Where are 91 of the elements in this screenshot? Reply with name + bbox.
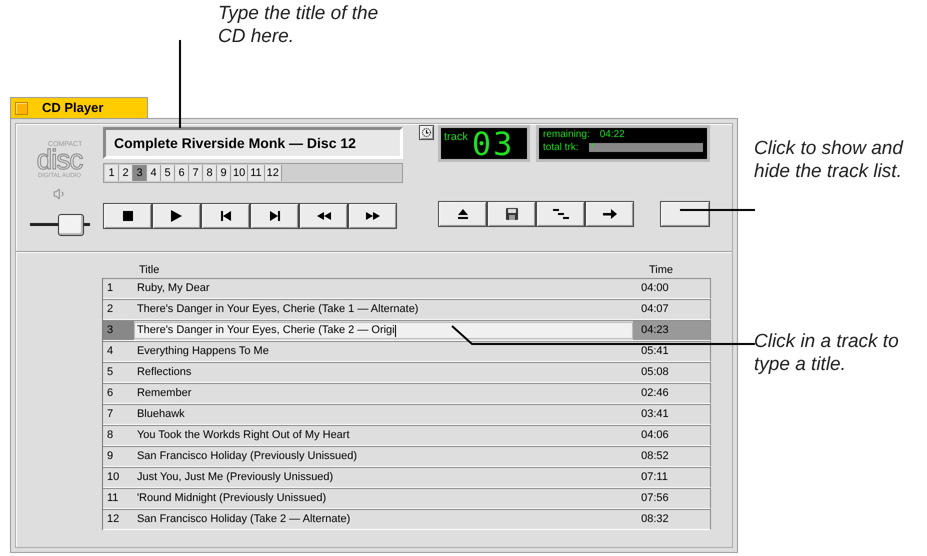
track-number-button[interactable]: 2 bbox=[119, 165, 133, 181]
stop-icon bbox=[122, 211, 132, 221]
previous-icon bbox=[220, 211, 230, 221]
track-time: 08:32 bbox=[640, 512, 670, 528]
column-header: Time bbox=[648, 263, 673, 278]
track-number-button[interactable]: 1 bbox=[105, 165, 119, 181]
callout-text: Click to show and hide the track list. bbox=[754, 137, 904, 183]
window-icon bbox=[15, 102, 28, 114]
track-number: 4 bbox=[106, 344, 114, 360]
track-number: 7 bbox=[106, 407, 114, 422]
shuffle-button[interactable] bbox=[536, 201, 585, 227]
cd-title-field[interactable]: Complete Riverside Monk — Disc 12 bbox=[103, 127, 403, 159]
callout-text: Type the title of the CD here. bbox=[218, 2, 380, 48]
track-title: Everything Happens To Me bbox=[136, 344, 270, 360]
save-button[interactable] bbox=[487, 201, 536, 227]
track-title: San Francisco Holiday (Take 2 — Alternate) bbox=[136, 512, 352, 528]
track-number-button[interactable]: 6 bbox=[175, 165, 189, 181]
track-row[interactable]: 6 Remember 02:46 bbox=[103, 383, 711, 404]
track-number-button[interactable]: 12 bbox=[264, 165, 282, 181]
track-row[interactable]: 12 San Francisco Holiday (Take 2 — Alternate) 08:32 bbox=[103, 509, 711, 530]
track-number-button[interactable]: 3 bbox=[133, 165, 147, 181]
time-display: remaining: 04:22 total trk: bbox=[536, 125, 710, 162]
track-time: 07:56 bbox=[640, 491, 670, 506]
speaker-icon bbox=[52, 187, 66, 201]
play-button[interactable] bbox=[152, 203, 201, 229]
track-number: 8 bbox=[106, 428, 114, 444]
track-time: 04:00 bbox=[640, 281, 670, 296]
track-time: 04:07 bbox=[640, 302, 670, 318]
track-time: 04:06 bbox=[640, 428, 670, 444]
eject-icon bbox=[458, 209, 468, 219]
track-title: There's Danger in Your Eyes, Cherie (Take 1 — Alternate) bbox=[136, 302, 420, 318]
track-time: 02:46 bbox=[640, 386, 670, 402]
rewind-icon bbox=[316, 212, 330, 220]
stop-button[interactable] bbox=[103, 203, 152, 229]
track-number: 5 bbox=[106, 365, 114, 380]
track-row[interactable]: 11 'Round Midnight (Previously Unissued) 07:56 bbox=[103, 488, 711, 509]
track-row[interactable]: 4 Everything Happens To Me 05:41 bbox=[103, 341, 711, 362]
track-list-toggle-button[interactable] bbox=[660, 201, 710, 227]
fast-forward-icon bbox=[366, 212, 380, 220]
window-title: CD Player bbox=[42, 99, 104, 118]
play-icon bbox=[171, 210, 182, 222]
track-number-button[interactable]: 10 bbox=[231, 165, 248, 181]
eject-button[interactable] bbox=[438, 201, 487, 227]
track-title: Reflections bbox=[136, 365, 192, 380]
callout-text: Click in a track to type a title. bbox=[754, 330, 900, 376]
track-title: San Francisco Holiday (Previously Unissued) bbox=[136, 449, 358, 464]
track-row[interactable]: 3 There's Danger in Your Eyes, Cherie (Take 2 — Origi 04:23 bbox=[103, 320, 711, 341]
track-row[interactable]: 9 San Francisco Holiday (Previously Unissued) 08:52 bbox=[103, 446, 711, 467]
track-title-field[interactable]: There's Danger in Your Eyes, Cherie (Take 2 — Origi bbox=[134, 322, 634, 339]
track-number-button[interactable]: 9 bbox=[217, 165, 231, 181]
track-time: 05:08 bbox=[640, 365, 670, 380]
arrow-right-icon bbox=[602, 209, 616, 219]
track-number: 2 bbox=[106, 302, 114, 318]
track-number-button[interactable]: 8 bbox=[203, 165, 217, 181]
track-title: Ruby, My Dear bbox=[136, 281, 210, 296]
track-row[interactable]: 5 Reflections 05:08 bbox=[103, 362, 711, 383]
track-row[interactable]: 10 Just You, Just Me (Previously Unissued) 07:11 bbox=[103, 467, 711, 488]
track-time: 07:11 bbox=[640, 470, 669, 486]
clock-icon bbox=[422, 128, 431, 137]
track-title: Bluehawk bbox=[136, 407, 186, 422]
rewind-button[interactable] bbox=[299, 203, 348, 229]
track-time: 04:23 bbox=[633, 321, 710, 340]
track-time: 03:41 bbox=[640, 407, 670, 422]
column-header: Title bbox=[139, 263, 160, 278]
next-icon bbox=[270, 211, 280, 221]
track-title: 'Round Midnight (Previously Unissued) bbox=[136, 491, 328, 506]
track-number: 3 bbox=[103, 321, 134, 340]
track-number: 12 bbox=[106, 512, 120, 528]
track-number: 1 bbox=[106, 281, 114, 296]
track-row[interactable]: 2 There's Danger in Your Eyes, Cherie (Take 1 — Alternate) 04:07 bbox=[103, 299, 711, 320]
track-number-button[interactable]: 11 bbox=[248, 165, 265, 181]
track-number-button[interactable]: 5 bbox=[161, 165, 175, 181]
staircase-icon bbox=[552, 209, 568, 219]
track-row[interactable]: 7 Bluehawk 03:41 bbox=[103, 404, 711, 425]
track-title: You Took the Workds Right Out of My Heart bbox=[136, 428, 351, 444]
track-number-button[interactable]: 4 bbox=[147, 165, 161, 181]
track-row[interactable]: 1 Ruby, My Dear 04:00 bbox=[103, 278, 711, 299]
track-title: Remember bbox=[136, 386, 192, 402]
track-time: 08:52 bbox=[640, 449, 670, 464]
track-title: Just You, Just Me (Previously Unissued) bbox=[136, 470, 334, 486]
track-number: 9 bbox=[106, 449, 114, 464]
track-number: 10 bbox=[106, 470, 120, 486]
track-row[interactable]: 8 You Took the Workds Right Out of My Heart 04:06 bbox=[103, 425, 711, 446]
repeat-button[interactable] bbox=[585, 201, 634, 227]
clock-button[interactable] bbox=[419, 125, 434, 140]
track-number-button[interactable]: 7 bbox=[189, 165, 203, 181]
track-time: 05:41 bbox=[640, 344, 670, 360]
fast-forward-button[interactable] bbox=[348, 203, 397, 229]
volume-slider[interactable] bbox=[30, 214, 90, 236]
track-number: 6 bbox=[106, 386, 114, 402]
track-number: 11 bbox=[106, 491, 120, 506]
